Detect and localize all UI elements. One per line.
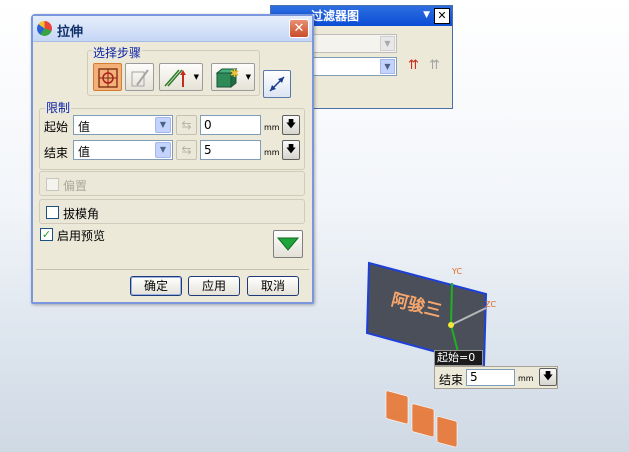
ok-button[interactable]: 确定 bbox=[130, 276, 182, 296]
start-distance-input[interactable]: 0 bbox=[200, 115, 261, 135]
chevron-down-icon[interactable]: ▼ bbox=[246, 73, 251, 81]
end-distance-menu-button[interactable]: 🡇 bbox=[539, 368, 557, 386]
start-distance-tag: 起始=0 bbox=[434, 350, 483, 366]
start-infer-button: ⇆ bbox=[176, 115, 197, 135]
end-distance-field[interactable]: 5 bbox=[466, 369, 515, 386]
boolean-button[interactable]: ✱ ▼ bbox=[211, 63, 255, 91]
section-curve-icon bbox=[98, 68, 118, 88]
direction-button[interactable]: ▼ bbox=[159, 63, 203, 91]
start-unit: mm bbox=[264, 123, 280, 132]
start-type-value: 值 bbox=[78, 120, 91, 134]
chevron-down-icon[interactable]: ▼ bbox=[194, 73, 199, 81]
end-unit: mm bbox=[264, 148, 280, 157]
close-button[interactable]: ✕ bbox=[289, 19, 309, 38]
extruded-text-solid bbox=[385, 390, 458, 448]
extruded-glyph-3 bbox=[436, 416, 458, 448]
extruded-glyph-2 bbox=[411, 403, 435, 438]
extrude-dialog: 拉伸 ✕ 选择步骤 ▼ ✱ ▼ 限制 起始 值 ▼ ⇆ 0 mm 🡇 结束 值 … bbox=[31, 14, 314, 304]
end-distance-label: 结束 bbox=[439, 373, 464, 387]
button-separator bbox=[36, 269, 309, 270]
dialog-title: 拉伸 bbox=[57, 25, 84, 40]
sketch-section-icon bbox=[131, 69, 149, 87]
offset-checkbox bbox=[46, 178, 59, 191]
section-select-button[interactable] bbox=[93, 63, 122, 91]
chevron-down-icon[interactable]: ▼ bbox=[155, 142, 171, 158]
preview-label: 启用预览 bbox=[57, 229, 106, 243]
chevron-down-icon[interactable]: ▼ bbox=[155, 117, 171, 133]
preview-checkbox[interactable]: ✓ bbox=[40, 228, 53, 241]
start-type-select[interactable]: 值 ▼ bbox=[73, 115, 173, 135]
app-logo-icon bbox=[37, 21, 52, 36]
zc-axis-label: ZC bbox=[485, 300, 497, 309]
draft-checkbox[interactable] bbox=[46, 206, 59, 219]
boolean-body-icon: ✱ bbox=[215, 67, 239, 89]
origin-point bbox=[448, 322, 454, 328]
cancel-button[interactable]: 取消 bbox=[247, 276, 299, 296]
end-label: 结束 bbox=[44, 146, 69, 160]
offset-panel: 偏置 bbox=[39, 171, 305, 196]
yc-axis-label: YC bbox=[452, 267, 463, 276]
offset-label: 偏置 bbox=[63, 179, 88, 193]
svg-text:✱: ✱ bbox=[230, 67, 239, 80]
extruded-glyph-1 bbox=[385, 390, 409, 425]
end-type-value: 值 bbox=[78, 145, 91, 159]
end-menu-button[interactable]: 🡇 bbox=[282, 140, 300, 160]
apply-button[interactable]: 应用 bbox=[188, 276, 240, 296]
select-steps-label: 选择步骤 bbox=[92, 44, 143, 61]
draft-label: 拔模角 bbox=[63, 207, 100, 221]
y-axis-line bbox=[450, 282, 453, 326]
direction-vector-icon bbox=[164, 69, 186, 87]
end-distance-input[interactable]: 5 bbox=[200, 140, 261, 160]
reverse-direction-button[interactable] bbox=[263, 70, 291, 98]
reverse-direction-icon bbox=[269, 76, 285, 92]
more-options-button[interactable] bbox=[273, 230, 303, 258]
extrude-dialog-titlebar[interactable]: 拉伸 ✕ bbox=[33, 16, 312, 42]
sketch-section-button bbox=[125, 63, 154, 91]
end-infer-button: ⇆ bbox=[176, 140, 197, 160]
draft-panel: 拔模角 bbox=[39, 199, 305, 224]
limits-label: 限制 bbox=[45, 99, 72, 116]
start-label: 起始 bbox=[44, 120, 69, 134]
expand-down-icon bbox=[276, 237, 300, 251]
end-type-select[interactable]: 值 ▼ bbox=[73, 140, 173, 160]
start-menu-button[interactable]: 🡇 bbox=[282, 115, 300, 135]
end-distance-unit: mm bbox=[518, 374, 534, 383]
end-distance-onscreen-input: 结束 5 mm 🡇 bbox=[434, 366, 558, 389]
